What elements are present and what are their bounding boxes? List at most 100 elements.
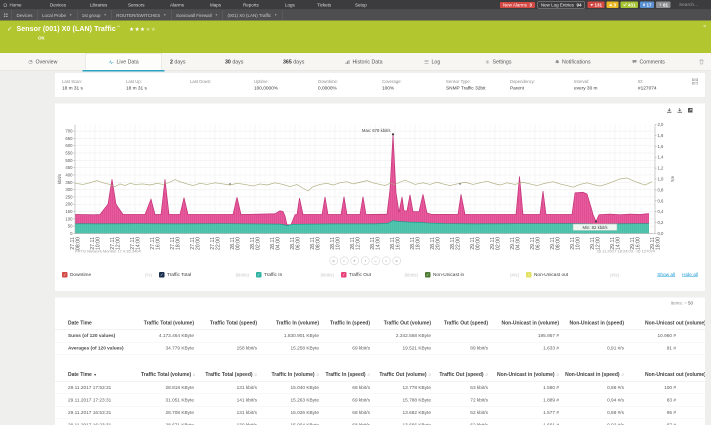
status-count-down[interactable]: 131 (587, 1, 605, 8)
column-header[interactable]: Non-Unicast in (speed) ⇵ (560, 368, 625, 382)
legend-traffic-out[interactable]: ✓ Traffic Out (kbit/s) (341, 272, 425, 278)
tab-comments[interactable]: Comments (632, 53, 665, 71)
legend-traffic-total[interactable]: ✓ Traffic Total (kbit/s) (159, 272, 256, 278)
chevron-down-icon: ▼ (163, 13, 167, 18)
live-data-chart[interactable]: 0 50 100 150 200 250 300 350 400 450 500 550 600 650 7… (55, 104, 705, 256)
show-all-link[interactable]: Show all (657, 272, 675, 278)
legend-checkbox[interactable]: ✓ (256, 272, 262, 278)
breadcrumb-item[interactable]: 1st group ▼ (77, 10, 112, 21)
new-log-entries-badge[interactable]: New Log Entries 94 (537, 1, 585, 9)
column-header[interactable]: Traffic Total (speed) ⇵ (195, 368, 258, 382)
column-header[interactable]: Traffic In (speed) ⇵ (320, 368, 371, 382)
step-backward-icon[interactable]: ‹ (339, 256, 349, 265)
open-in-window-icon[interactable] (688, 108, 694, 114)
breadcrumb-item[interactable]: Sonicwall Firewall ▼ (171, 10, 223, 21)
tab-log[interactable]: Log (424, 53, 440, 71)
breadcrumb-home-icon[interactable] (0, 10, 12, 21)
svg-text:0,4: 0,4 (658, 209, 665, 214)
legend-checkbox[interactable]: ✓ (425, 272, 431, 278)
svg-text:Min: 82 kbit/s: Min: 82 kbit/s (582, 225, 607, 230)
fast-forward-icon[interactable]: » (392, 256, 401, 265)
status-count-check[interactable]: 431 (620, 1, 638, 8)
nav-item-maps[interactable]: Maps (210, 0, 221, 10)
nav-item-tickets[interactable]: Tickets (317, 0, 331, 10)
legend-checkbox[interactable]: ✓ (526, 272, 532, 278)
column-header[interactable]: Non-Unicast in (volume) ⇵ (489, 368, 560, 382)
status-count-warning[interactable]: 3 (606, 1, 619, 8)
column-header[interactable]: Date Time ▼ (55, 368, 140, 382)
svg-text:100: 100 (65, 216, 73, 221)
column-header[interactable]: Traffic Total (volume)⇵ (140, 368, 195, 382)
info-field-last-scan: Last Scan: 18 m 31 s (62, 79, 83, 91)
chevron-down-icon: ▼ (214, 13, 218, 18)
top-nav: Home Devices Libraries Sensors Alarms Maps Rep… (0, 0, 711, 10)
sort-icon: ⇵ (193, 374, 195, 378)
table-row[interactable]: 29.11.2017 16:23:31 28.671 KByte 130 kbit/… (55, 418, 705, 425)
nav-item-alarms[interactable]: Alarms (170, 0, 184, 10)
tab-days[interactable]: 365 days (283, 53, 304, 71)
delete-sensor-icon[interactable] (699, 53, 704, 71)
tab-days[interactable]: 30 days (225, 53, 243, 71)
items-count[interactable]: Items: ~ 50 (55, 301, 705, 307)
column-header[interactable]: Traffic Out (speed) ⇵ (432, 368, 489, 382)
nav-item-logs[interactable]: Logs (285, 0, 295, 10)
download-svg-icon[interactable] (677, 108, 683, 114)
legend-downtime[interactable]: ✓ Downtime (%) (62, 272, 159, 278)
svg-text:20:00: 20:00 (436, 237, 442, 250)
tab-overview[interactable]: Overview (28, 53, 57, 71)
svg-text:0,6: 0,6 (658, 198, 665, 203)
nav-item-reports[interactable]: Reports (243, 0, 259, 10)
status-count-pause[interactable]: 17 (639, 1, 654, 8)
sort-icon: ⇵ (621, 373, 624, 378)
qr-code-icon[interactable] (692, 78, 698, 87)
zoom-in-icon[interactable]: + (350, 256, 359, 265)
column-header[interactable]: Traffic In (volume) ⇵ (258, 368, 320, 382)
priority-stars[interactable]: ★★★★★ (129, 27, 156, 33)
breadcrumb-item[interactable]: (001) X0 (LAN) Traffic ▼ (223, 10, 283, 21)
step-forward-icon[interactable]: › (381, 256, 391, 265)
legend-checkbox[interactable]: ✓ (62, 272, 68, 278)
svg-text:1,2: 1,2 (658, 166, 665, 171)
breadcrumb-item[interactable]: Devices (12, 10, 38, 21)
column-header[interactable]: Traffic Out (volume) ⇵ (371, 368, 432, 382)
sort-icon: ⇵ (316, 373, 319, 378)
svg-text:700: 700 (65, 129, 73, 134)
nav-item-libraries[interactable]: Libraries (90, 0, 107, 10)
tab-notifications[interactable]: Notifications (555, 53, 591, 71)
legend-checkbox[interactable]: ✓ (159, 272, 165, 278)
tab-historic-data[interactable]: Historic Data (345, 53, 383, 71)
table-row[interactable]: 29.11.2017 17:23:31 31.051 KByte 141 kbit/… (55, 393, 705, 407)
table-row[interactable]: 29.11.2017 16:53:31 28.708 KByte 131 kbit/… (55, 406, 705, 419)
tab-settings[interactable]: Settings (485, 53, 511, 71)
nav-item-home[interactable]: Home (3, 0, 22, 10)
info-field-uptime: Uptime: 100,0000% (254, 79, 279, 91)
svg-text:0,2: 0,2 (658, 220, 665, 225)
nav-item-sensors[interactable]: Sensors (128, 0, 145, 10)
table-row[interactable]: 29.11.2017 17:53:31 28.818 KByte 131 kbit/… (55, 381, 705, 394)
info-field-coverage: Coverage: 100% (382, 79, 402, 91)
tab-live-data[interactable]: Live Data (82, 53, 165, 72)
status-count-unknown[interactable]: ? 61 (655, 1, 671, 8)
fast-backward-icon[interactable]: « (329, 256, 338, 265)
column-header: Traffic Total (speed) (195, 317, 258, 330)
column-header[interactable]: Non-Unicast out (volume)⇵ (625, 368, 705, 382)
svg-text:04:00: 04:00 (516, 237, 522, 250)
legend-traffic-in[interactable]: ✓ Traffic In (kbit/s) (256, 272, 341, 278)
column-header: Traffic In (speed) (320, 317, 371, 330)
info-field-last-down: Last Down: (190, 79, 212, 84)
zoom-out-icon[interactable]: − (371, 256, 380, 265)
breadcrumb-item[interactable]: ROUTER/SWITCHES ▼ (112, 10, 172, 21)
nav-item-devices[interactable]: Devices (50, 0, 66, 10)
search-input[interactable]: Search... (679, 2, 707, 8)
legend-checkbox[interactable]: ✓ (341, 272, 347, 278)
legend-non-unicast-out[interactable]: ✓ Non-Unicast out (#/s) (526, 272, 626, 278)
breadcrumb-item[interactable]: Local Probe ▼ (38, 10, 78, 21)
new-alarms-badge[interactable]: New Alarms 3 (499, 1, 535, 8)
nav-item-setup[interactable]: Setup (355, 0, 367, 10)
banner-menu-icon[interactable]: » (703, 24, 706, 30)
download-png-icon[interactable] (667, 108, 673, 114)
legend-non-unicast-in[interactable]: ✓ Non-Unicast in (#/s) (425, 272, 526, 278)
hide-all-link[interactable]: Hide all (682, 272, 698, 278)
time-icon[interactable]: ◔ (360, 256, 370, 265)
tab-days[interactable]: 2 days (170, 53, 186, 71)
